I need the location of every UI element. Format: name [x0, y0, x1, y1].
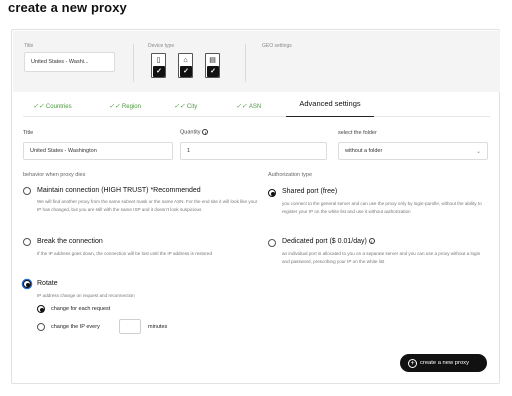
- phone-icon: ▯: [156, 57, 161, 64]
- rotate-radio[interactable]: [23, 280, 31, 288]
- device-type-label: Device type: [148, 43, 175, 49]
- shared-port-title: Shared port (free): [282, 188, 338, 195]
- tab-advanced-settings[interactable]: Advanced settings: [286, 97, 374, 117]
- tab-countries[interactable]: ✓✓ Countries: [33, 102, 72, 110]
- maintain-connection-description: We will find another proxy from the same…: [37, 199, 258, 212]
- summary-title-field[interactable]: United States - Washi...: [24, 52, 115, 72]
- maintain-connection-radio[interactable]: [23, 187, 31, 195]
- device-server-toggle[interactable]: ▤ ✓: [205, 53, 220, 78]
- change-ip-every-radio[interactable]: [37, 323, 45, 331]
- home-icon: ⌂: [183, 57, 188, 64]
- chevron-down-icon: ⌄: [475, 149, 481, 155]
- summary-panel: Title United States - Washi... Device ty…: [13, 31, 500, 92]
- proxy-form-card: Title United States - Washi... Device ty…: [11, 29, 500, 384]
- title-input[interactable]: United States - Washington: [23, 142, 173, 160]
- check-icon: ✓✓: [33, 103, 44, 110]
- plus-circle-icon: +: [408, 358, 417, 368]
- check-icon: ✓✓: [109, 103, 120, 110]
- create-proxy-button[interactable]: + create a new proxy: [400, 354, 487, 372]
- device-phone-toggle[interactable]: ▯ ✓: [151, 53, 166, 78]
- dedicated-port-title: Dedicated port ($ 0.01/day) i: [282, 238, 375, 245]
- info-icon[interactable]: i: [202, 129, 209, 135]
- check-icon: ✓✓: [236, 103, 247, 110]
- page-title: create a new proxy: [8, 0, 127, 15]
- minutes-input[interactable]: [119, 319, 141, 334]
- device-home-toggle[interactable]: ⌂ ✓: [178, 53, 193, 78]
- dedicated-port-radio[interactable]: [268, 239, 276, 247]
- authorization-section-label: Authorization type: [268, 172, 313, 178]
- minutes-label: minutes: [148, 324, 168, 330]
- check-icon: ✓: [153, 66, 165, 77]
- settings-tabs: ✓✓ Countries ✓✓ Region ✓✓ City ✓✓ ASN Advanc…: [23, 97, 490, 117]
- check-icon: ✓: [207, 66, 219, 77]
- folder-select[interactable]: without a folder ⌄: [338, 142, 488, 160]
- quantity-label: Quantity i: [180, 129, 209, 135]
- break-connection-description: If the IP address goes down, the connect…: [37, 251, 213, 256]
- change-each-request-radio[interactable]: [37, 305, 45, 313]
- behavior-section-label: behavior when proxy dies: [23, 172, 86, 178]
- break-connection-radio[interactable]: [23, 238, 31, 246]
- change-ip-every-label: change the IP every: [51, 324, 100, 330]
- maintain-connection-title: Maintain connection (HIGH TRUST) *Recomm…: [37, 187, 201, 194]
- check-icon: ✓: [180, 66, 192, 77]
- geo-settings-label: GEO settings: [262, 43, 292, 49]
- shared-port-radio[interactable]: [268, 189, 276, 197]
- server-icon: ▤: [209, 57, 216, 64]
- divider: [133, 44, 134, 82]
- change-each-request-label: change for each request: [51, 306, 111, 312]
- shared-port-description: you connect to the general server and ca…: [282, 201, 482, 214]
- quantity-input[interactable]: 1: [180, 142, 327, 160]
- title-label: Title: [23, 130, 34, 136]
- break-connection-title: Break the connection: [37, 238, 103, 245]
- tab-city[interactable]: ✓✓ City: [174, 102, 197, 110]
- check-icon: ✓✓: [174, 103, 185, 110]
- summary-title-label: Title: [24, 43, 34, 49]
- divider: [245, 44, 246, 82]
- rotate-description: IP address change on request and reconne…: [37, 293, 135, 298]
- folder-label: select the folder: [338, 130, 377, 136]
- tab-region[interactable]: ✓✓ Region: [109, 102, 141, 110]
- dedicated-port-description: an individual port is allocated to you o…: [282, 251, 481, 264]
- rotate-title: Rotate: [37, 280, 58, 287]
- info-icon[interactable]: i: [368, 238, 375, 245]
- tab-asn[interactable]: ✓✓ ASN: [236, 102, 261, 110]
